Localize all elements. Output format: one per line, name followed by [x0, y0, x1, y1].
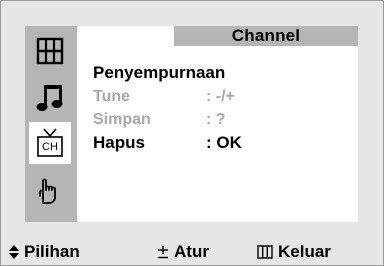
menu-row-label: Hapus [93, 133, 145, 152]
tv-channel-icon: CH [35, 127, 65, 159]
music-note-icon [35, 81, 65, 113]
sidebar-item-sound[interactable] [29, 76, 71, 118]
menu-row-value: : -/+ [206, 88, 235, 105]
hint-label: Atur [174, 242, 209, 261]
menu-row-value: : ? [206, 111, 226, 128]
menu-row-value: : OK [206, 133, 242, 152]
osd-frame: CH Channel Penyempurnaan Tune : -/+ Simp… [0, 0, 384, 266]
menu-title: Channel [174, 26, 358, 46]
submenu-heading: Penyempurnaan [93, 63, 226, 82]
sidebar-item-picture[interactable] [29, 30, 71, 72]
up-down-arrows-icon [9, 245, 19, 259]
menu-row-label: Simpan [93, 111, 151, 128]
hint-label: Pilihan [24, 242, 80, 261]
channel-icon-label: CH [42, 141, 58, 153]
hand-icon [35, 175, 65, 207]
hint-adjust: Atur [157, 242, 209, 262]
menu-row-label: Tune [93, 88, 131, 105]
menu-sidebar: CH [25, 26, 77, 222]
hint-exit: Keluar [257, 242, 331, 262]
sidebar-item-setup[interactable] [29, 170, 71, 212]
footer-hints: Pilihan Atur Keluar [1, 242, 383, 264]
picture-icon [35, 36, 65, 66]
sidebar-item-channel[interactable]: CH [29, 122, 71, 164]
osd-menu-panel: CH Channel Penyempurnaan Tune : -/+ Simp… [25, 26, 358, 222]
hint-select: Pilihan [9, 242, 80, 262]
hint-label: Keluar [278, 242, 331, 261]
menu-grid-icon [257, 245, 273, 259]
plus-minus-icon [157, 245, 169, 259]
